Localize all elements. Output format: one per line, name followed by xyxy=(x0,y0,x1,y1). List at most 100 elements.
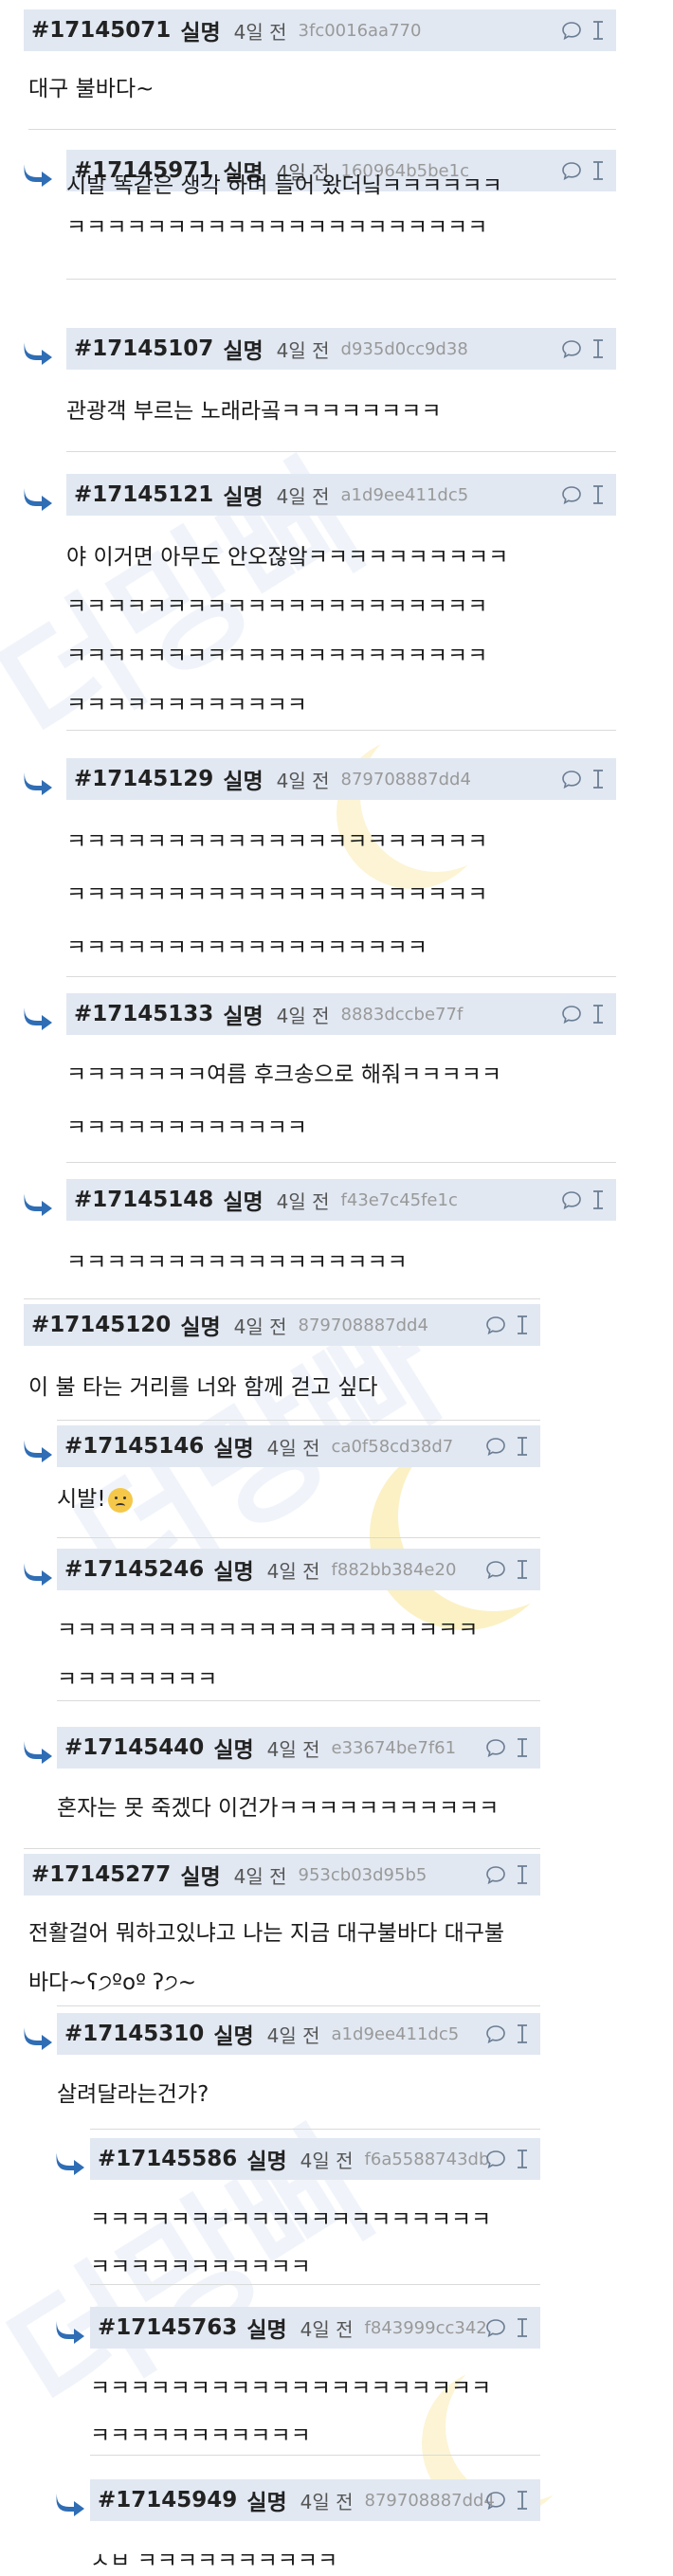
comment-date: 4일 전 xyxy=(300,2149,354,2172)
comment-text: ㅋㅋㅋㅋㅋㅋㅋㅋㅋㅋㅋ xyxy=(90,2255,311,2279)
author-name: 실명 xyxy=(223,339,264,364)
comment-number[interactable]: #17145129 xyxy=(74,767,213,791)
report-icon-button[interactable] xyxy=(516,1737,529,1758)
comment-icon-button[interactable] xyxy=(485,1559,506,1580)
comment-header: #17145246 실명 4일 전 f882bb384e20 xyxy=(57,1549,540,1590)
comment-number[interactable]: #17145763 xyxy=(98,2315,237,2340)
comment-text-line: ㅋㅋㅋㅋㅋㅋㅋㅋㅋㅋㅋㅋㅋㅋㅋㅋㅋㅋㅋㅋㅋ xyxy=(66,880,487,910)
comment-tools xyxy=(561,338,605,359)
report-icon-button[interactable] xyxy=(516,2023,529,2044)
comment-text: ㅋㅋㅋㅋㅋㅋㅋㅋㅋㅋㅋㅋㅋㅋㅋㅋㅋ xyxy=(66,1250,408,1275)
comment-tools xyxy=(561,484,605,505)
comment-text-line: ㅋㅋㅋㅋㅋㅋㅋㅋㅋㅋㅋㅋㅋㅋㅋㅋㅋㅋㅋㅋㅋ xyxy=(66,591,487,622)
reply-arrow-icon xyxy=(24,342,52,365)
comment-number[interactable]: #17145071 xyxy=(31,18,171,43)
divider xyxy=(57,1537,540,1538)
user-hash: 879708887dd4 xyxy=(364,2490,495,2511)
comment-icon-button[interactable] xyxy=(485,1436,506,1457)
divider xyxy=(66,976,616,977)
comment-icon-button[interactable] xyxy=(485,2490,506,2511)
reply-arrow-icon xyxy=(24,488,52,511)
comment-icon-button[interactable] xyxy=(561,160,582,181)
comment-number[interactable]: #17145277 xyxy=(31,1862,171,1887)
comment-icon-button[interactable] xyxy=(561,484,582,505)
worried-face-emoji-icon xyxy=(107,1487,133,1513)
comment-tools xyxy=(485,1436,529,1457)
comment-icon-button[interactable] xyxy=(485,2149,506,2169)
comment-header: #17145440 실명 4일 전 e33674be7f61 xyxy=(57,1727,540,1769)
comment-number[interactable]: #17145310 xyxy=(64,2022,204,2046)
comment-text-line: ㅋㅋㅋㅋㅋㅋㅋㅋㅋㅋㅋㅋㅋㅋㅋㅋㅋㅋㅋㅋㅋ xyxy=(57,1615,478,1645)
comment-text: 시발! xyxy=(57,1487,106,1512)
comment-tools xyxy=(485,1737,529,1758)
comment-number[interactable]: #17145121 xyxy=(74,482,213,507)
comment-date: 4일 전 xyxy=(276,1189,330,1213)
comment-text-line: ㅋㅋㅋㅋㅋㅋㅋㅋㅋㅋㅋㅋㅋㅋㅋㅋㅋㅋㅋㅋ xyxy=(90,2373,491,2404)
comment-date: 4일 전 xyxy=(300,2317,354,2341)
report-icon-button[interactable] xyxy=(591,160,605,181)
comment-number[interactable]: #17145586 xyxy=(98,2147,237,2171)
report-icon-button[interactable] xyxy=(516,1436,529,1457)
author-name: 실명 xyxy=(213,2024,254,2049)
comment-text-line: 전활걸어 뭐하고있냐고 나는 지금 대구불바다 대구불 xyxy=(28,1918,504,1949)
reply-arrow-icon xyxy=(24,1741,52,1764)
user-hash: f6a5588743db xyxy=(364,2149,490,2169)
author-name: 실명 xyxy=(246,2318,287,2343)
comment-date: 4일 전 xyxy=(300,2490,354,2513)
report-icon-button[interactable] xyxy=(516,1315,529,1335)
report-icon-button[interactable] xyxy=(591,1189,605,1210)
comment-text-line: ㅋㅋㅋㅋㅋㅋㅋ여름 후크송으로 해줘ㅋㅋㅋㅋㅋ xyxy=(66,1060,501,1090)
divider xyxy=(66,279,616,280)
comment-icon-button[interactable] xyxy=(485,1864,506,1885)
comment-icon-button[interactable] xyxy=(485,2317,506,2338)
comment-text: ㅋㅋㅋㅋㅋㅋㅋㅋㅋㅋㅋ xyxy=(90,2423,311,2448)
reply-arrow-icon xyxy=(24,772,52,795)
report-icon-button[interactable] xyxy=(591,20,605,41)
report-icon-button[interactable] xyxy=(516,2149,529,2169)
comment-date: 4일 전 xyxy=(266,2023,320,2047)
comment-icon-button[interactable] xyxy=(485,2023,506,2044)
report-icon-button[interactable] xyxy=(516,2490,529,2511)
report-icon-button[interactable] xyxy=(516,2317,529,2338)
comment-tools xyxy=(485,2317,529,2338)
reply-arrow-icon xyxy=(24,1440,52,1462)
report-icon-button[interactable] xyxy=(591,769,605,789)
report-icon-button[interactable] xyxy=(591,484,605,505)
user-hash: a1d9ee411dc5 xyxy=(331,2023,460,2044)
comment-text: ㅋㅋㅋㅋㅋㅋㅋㅋㅋㅋㅋㅋㅋㅋㅋㅋㅋㅋㅋㅋㅋ xyxy=(66,594,488,619)
comment-text: ㅋㅋㅋㅋㅋㅋㅋㅋㅋㅋㅋㅋㅋㅋㅋㅋㅋㅋㅋㅋㅋ xyxy=(66,215,488,240)
comment-icon-button[interactable] xyxy=(485,1315,506,1335)
comment-icon-button[interactable] xyxy=(561,20,582,41)
comment-header: #17145949 실명 4일 전 879708887dd4 xyxy=(90,2479,540,2521)
comment-number[interactable]: #17145107 xyxy=(74,336,213,361)
comment-number[interactable]: #17145949 xyxy=(98,2488,237,2513)
user-hash: 879708887dd4 xyxy=(340,769,471,789)
report-icon-button[interactable] xyxy=(591,1004,605,1025)
comment-number[interactable]: #17145440 xyxy=(64,1735,204,1760)
comment-text: 야 이거면 아무도 안오잖앜ㅋㅋㅋㅋㅋㅋㅋㅋㅋㅋ xyxy=(66,545,509,570)
comment-icon-button[interactable] xyxy=(561,1004,582,1025)
comment-date: 4일 전 xyxy=(233,20,287,44)
report-icon-button[interactable] xyxy=(516,1559,529,1580)
comment-icon-button[interactable] xyxy=(561,338,582,359)
comment-text-line: 살려달라는건가? xyxy=(57,2079,209,2110)
comment-number[interactable]: #17145146 xyxy=(64,1434,204,1459)
comment-number[interactable]: #17145148 xyxy=(74,1188,213,1212)
user-hash: 953cb03d95b5 xyxy=(298,1864,427,1885)
divider xyxy=(24,1298,540,1299)
comment-number[interactable]: #17145246 xyxy=(64,1557,204,1582)
comment-icon-button[interactable] xyxy=(561,1189,582,1210)
comment-text: ㅋㅋㅋㅋㅋㅋㅋㅋㅋㅋㅋㅋㅋㅋㅋㅋㅋㅋㅋㅋ xyxy=(90,2376,492,2401)
comment-icon-button[interactable] xyxy=(561,769,582,789)
comment-number[interactable]: #17145120 xyxy=(31,1313,171,1337)
user-hash: f43e7c45fe1c xyxy=(340,1189,458,1210)
comment-text: ㅋㅋㅋㅋㅋㅋㅋㅋㅋㅋㅋㅋㅋㅋㅋㅋㅋㅋㅋㅋㅋ xyxy=(66,644,488,668)
comment-icon-button[interactable] xyxy=(485,1737,506,1758)
comment-number[interactable]: #17145133 xyxy=(74,1002,213,1026)
user-hash: 879708887dd4 xyxy=(298,1315,428,1335)
report-icon-button[interactable] xyxy=(516,1864,529,1885)
author-name: 실명 xyxy=(213,1437,254,1461)
author-name: 실명 xyxy=(213,1738,254,1763)
report-icon-button[interactable] xyxy=(591,338,605,359)
comment-text-line: ㅋㅋㅋㅋㅋㅋㅋㅋㅋㅋㅋㅋㅋㅋㅋㅋㅋㅋ xyxy=(66,933,427,963)
